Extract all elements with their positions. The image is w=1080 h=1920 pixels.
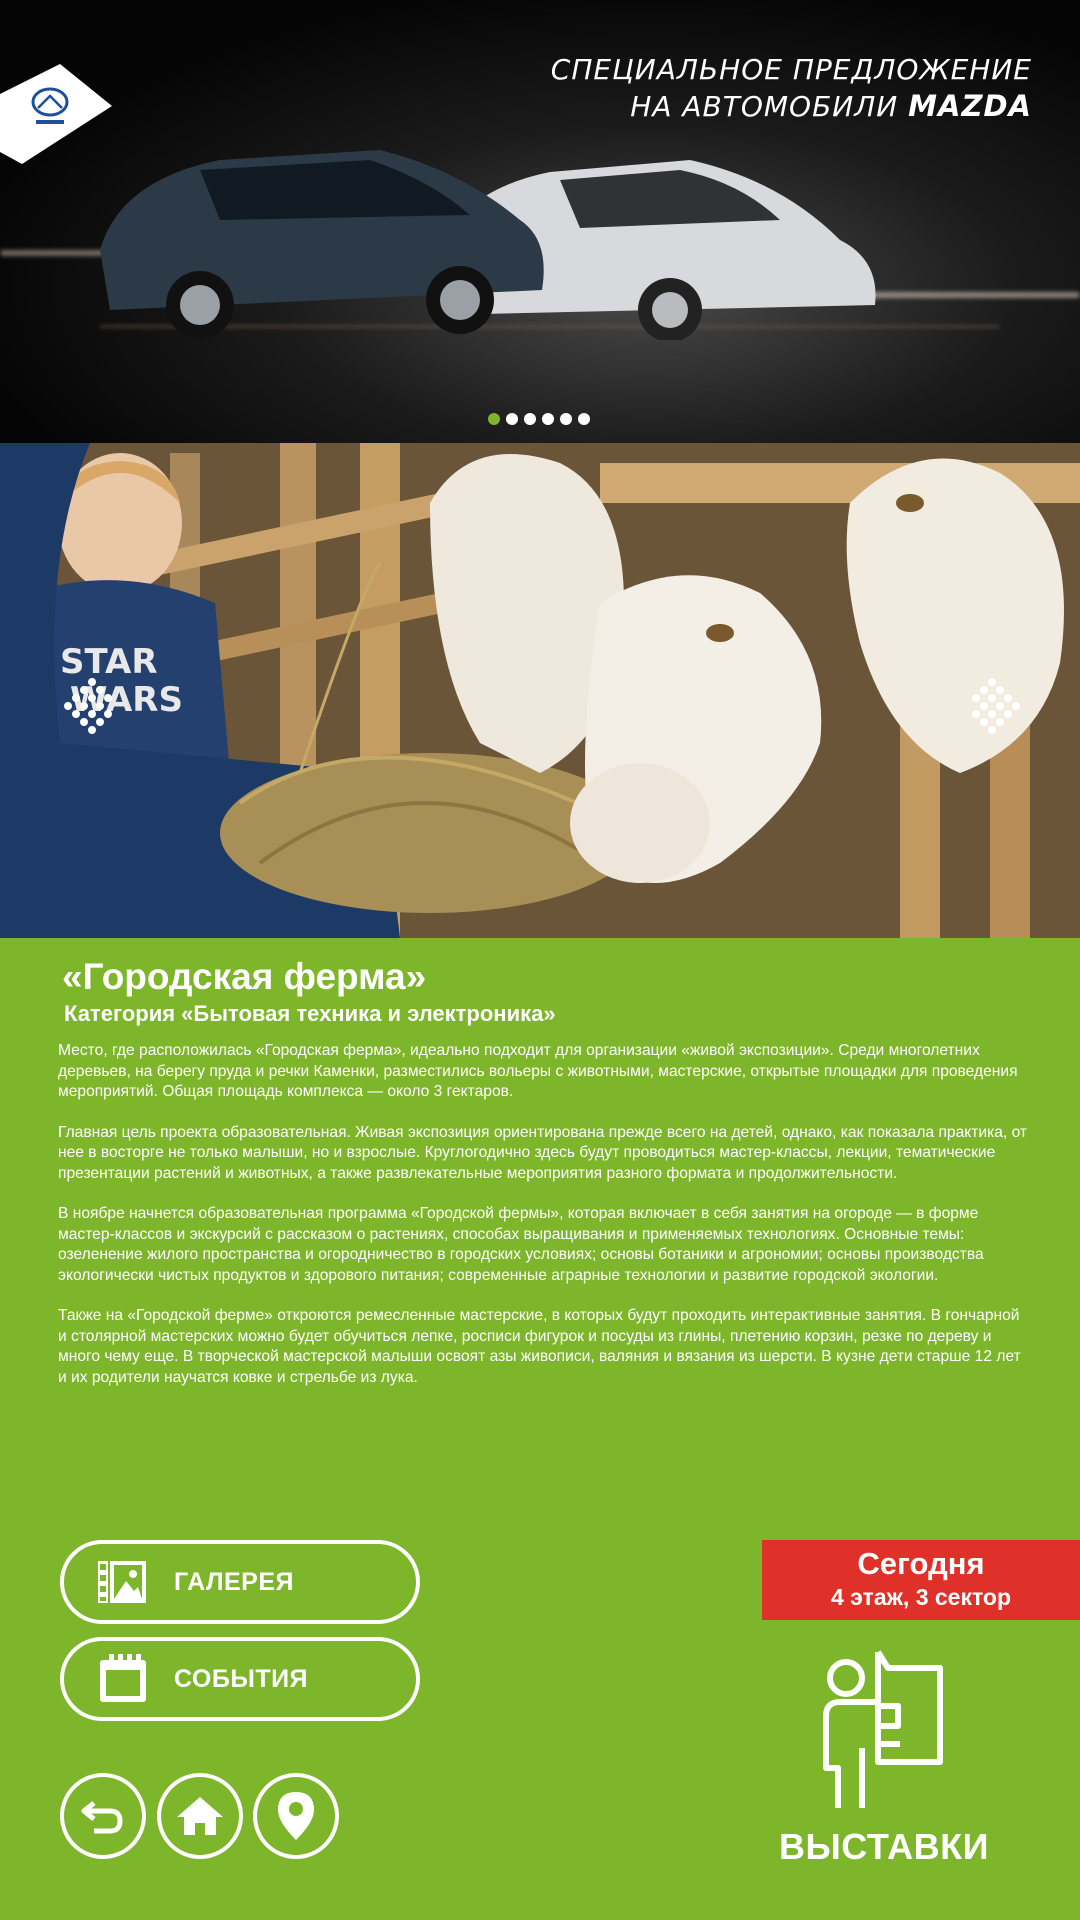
map-button[interactable] [253, 1773, 339, 1859]
article: «Городская ферма» Категория «Бытовая тех… [58, 955, 1028, 1408]
gallery-icon [98, 1561, 146, 1603]
calendar-icon [100, 1654, 146, 1702]
article-title: «Городская ферма» [62, 956, 427, 997]
slide-dot[interactable] [560, 413, 572, 425]
slide-dot[interactable] [578, 413, 590, 425]
events-label: СОБЫТИЯ [174, 1664, 309, 1693]
article-paragraph: Место, где расположилась «Городская ферм… [58, 1042, 1018, 1100]
article-subtitle: Категория «Бытовая техника и электроника… [64, 1001, 556, 1026]
exhibitions-label[interactable]: ВЫСТАВКИ [762, 1826, 1006, 1868]
today-label: Сегодня [857, 1546, 985, 1581]
map-pin-icon [278, 1792, 314, 1840]
cars-illustration [100, 150, 876, 340]
back-icon [81, 1801, 123, 1834]
home-button[interactable] [157, 1773, 243, 1859]
slide-dot[interactable] [488, 413, 500, 425]
slide-indicators [488, 413, 590, 425]
article-paragraph: В ноябре начнется образовательная програ… [58, 1205, 984, 1284]
promo-banner[interactable]: Специальное предложение на автомобили MA… [0, 0, 1080, 443]
exhibition-icon [823, 1650, 943, 1808]
article-paragraph: Также на «Городской ферме» откроются рем… [58, 1307, 1021, 1386]
arrow-left-icon[interactable] [62, 671, 112, 741]
back-button[interactable] [60, 1773, 146, 1859]
gallery-photo: STAR WARS [0, 443, 1080, 938]
location-place: 4 этаж, 3 сектор [830, 1584, 1012, 1610]
article-paragraph: Главная цель проекта образовательная. Жи… [58, 1123, 1028, 1182]
gallery-button[interactable]: ГАЛЕРЕЯ [60, 1540, 420, 1624]
banner-headline-prefix: на автомобили [630, 90, 909, 123]
arrow-right-icon[interactable] [972, 671, 1022, 741]
banner-brand: MAZDA [908, 89, 1032, 123]
location-badge: Сегодня 4 этаж, 3 сектор [762, 1540, 1080, 1620]
banner-headline-line1: Специальное предложение [550, 53, 1032, 86]
home-icon [177, 1797, 223, 1835]
slide-dot[interactable] [524, 413, 536, 425]
gallery-label: ГАЛЕРЕЯ [174, 1567, 294, 1596]
slide-dot[interactable] [506, 413, 518, 425]
farm-photo-illustration: STAR WARS [0, 443, 1080, 938]
banner-headline: Специальное предложение на автомобили MA… [551, 52, 1032, 125]
slide-dot[interactable] [542, 413, 554, 425]
events-button[interactable]: СОБЫТИЯ [60, 1637, 420, 1721]
